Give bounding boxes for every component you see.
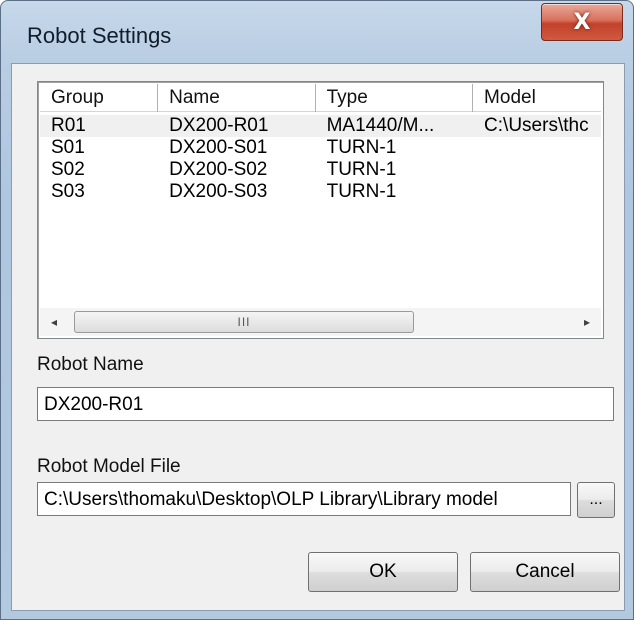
dialog-body: Group Name Type Model R01 DX200-R01 MA14… <box>11 63 625 611</box>
list-row-s01[interactable]: S01 DX200-S01 TURN-1 <box>40 137 601 159</box>
scroll-right-button[interactable]: ▸ <box>573 308 601 336</box>
list-rows: R01 DX200-R01 MA1440/M... C:\Users\thc S… <box>40 115 601 203</box>
cell-name: DX200-R01 <box>169 115 269 136</box>
robot-name-input[interactable]: DX200-R01 <box>37 387 614 421</box>
robot-group-list[interactable]: Group Name Type Model R01 DX200-R01 MA14… <box>37 81 604 339</box>
cell-type: TURN-1 <box>326 137 397 158</box>
robot-settings-dialog: Robot Settings X Group Name Type Model R… <box>0 0 634 620</box>
list-header: Group Name Type Model <box>40 84 601 112</box>
horizontal-scrollbar[interactable]: ◂ III ▸ <box>40 308 601 336</box>
list-row-s03[interactable]: S03 DX200-S03 TURN-1 <box>40 181 601 203</box>
cell-model <box>473 137 601 159</box>
list-row-r01[interactable]: R01 DX200-R01 MA1440/M... C:\Users\thc <box>40 115 601 137</box>
column-header-type[interactable]: Type <box>316 84 474 112</box>
list-row-s02[interactable]: S02 DX200-S02 TURN-1 <box>40 159 601 181</box>
column-header-group[interactable]: Group <box>40 84 159 112</box>
arrow-right-icon: ▸ <box>583 315 591 329</box>
cell-model <box>473 181 601 203</box>
cell-name: DX200-S01 <box>169 137 268 158</box>
cancel-button[interactable]: Cancel <box>470 552 620 592</box>
browse-button[interactable]: ... <box>577 482 615 518</box>
scroll-left-button[interactable]: ◂ <box>40 308 68 336</box>
scrollbar-thumb[interactable]: III <box>74 311 414 333</box>
cell-model: C:\Users\thc <box>484 115 589 136</box>
robot-model-file-input[interactable]: C:\Users\thomaku\Desktop\OLP Library\Lib… <box>37 482 571 516</box>
close-button[interactable]: X <box>541 3 623 41</box>
cell-group: S03 <box>51 181 85 202</box>
title-bar[interactable]: Robot Settings X <box>1 1 633 63</box>
ok-button[interactable]: OK <box>308 552 458 592</box>
column-header-name[interactable]: Name <box>158 84 316 112</box>
cell-name: DX200-S02 <box>169 159 268 180</box>
close-icon: X <box>573 9 591 35</box>
cell-type: MA1440/M... <box>326 115 435 136</box>
cell-model <box>473 159 601 181</box>
dialog-title: Robot Settings <box>27 23 172 48</box>
arrow-left-icon: ◂ <box>50 315 58 329</box>
cell-group: R01 <box>51 115 86 136</box>
robot-model-file-label: Robot Model File <box>37 456 181 477</box>
grip-icon: III <box>237 315 251 329</box>
cell-type: TURN-1 <box>326 181 397 202</box>
cell-name: DX200-S03 <box>169 181 268 202</box>
robot-name-label: Robot Name <box>37 354 144 375</box>
cell-group: S01 <box>51 137 85 158</box>
cell-type: TURN-1 <box>326 159 397 180</box>
cell-group: S02 <box>51 159 85 180</box>
column-header-model[interactable]: Model <box>473 84 601 112</box>
